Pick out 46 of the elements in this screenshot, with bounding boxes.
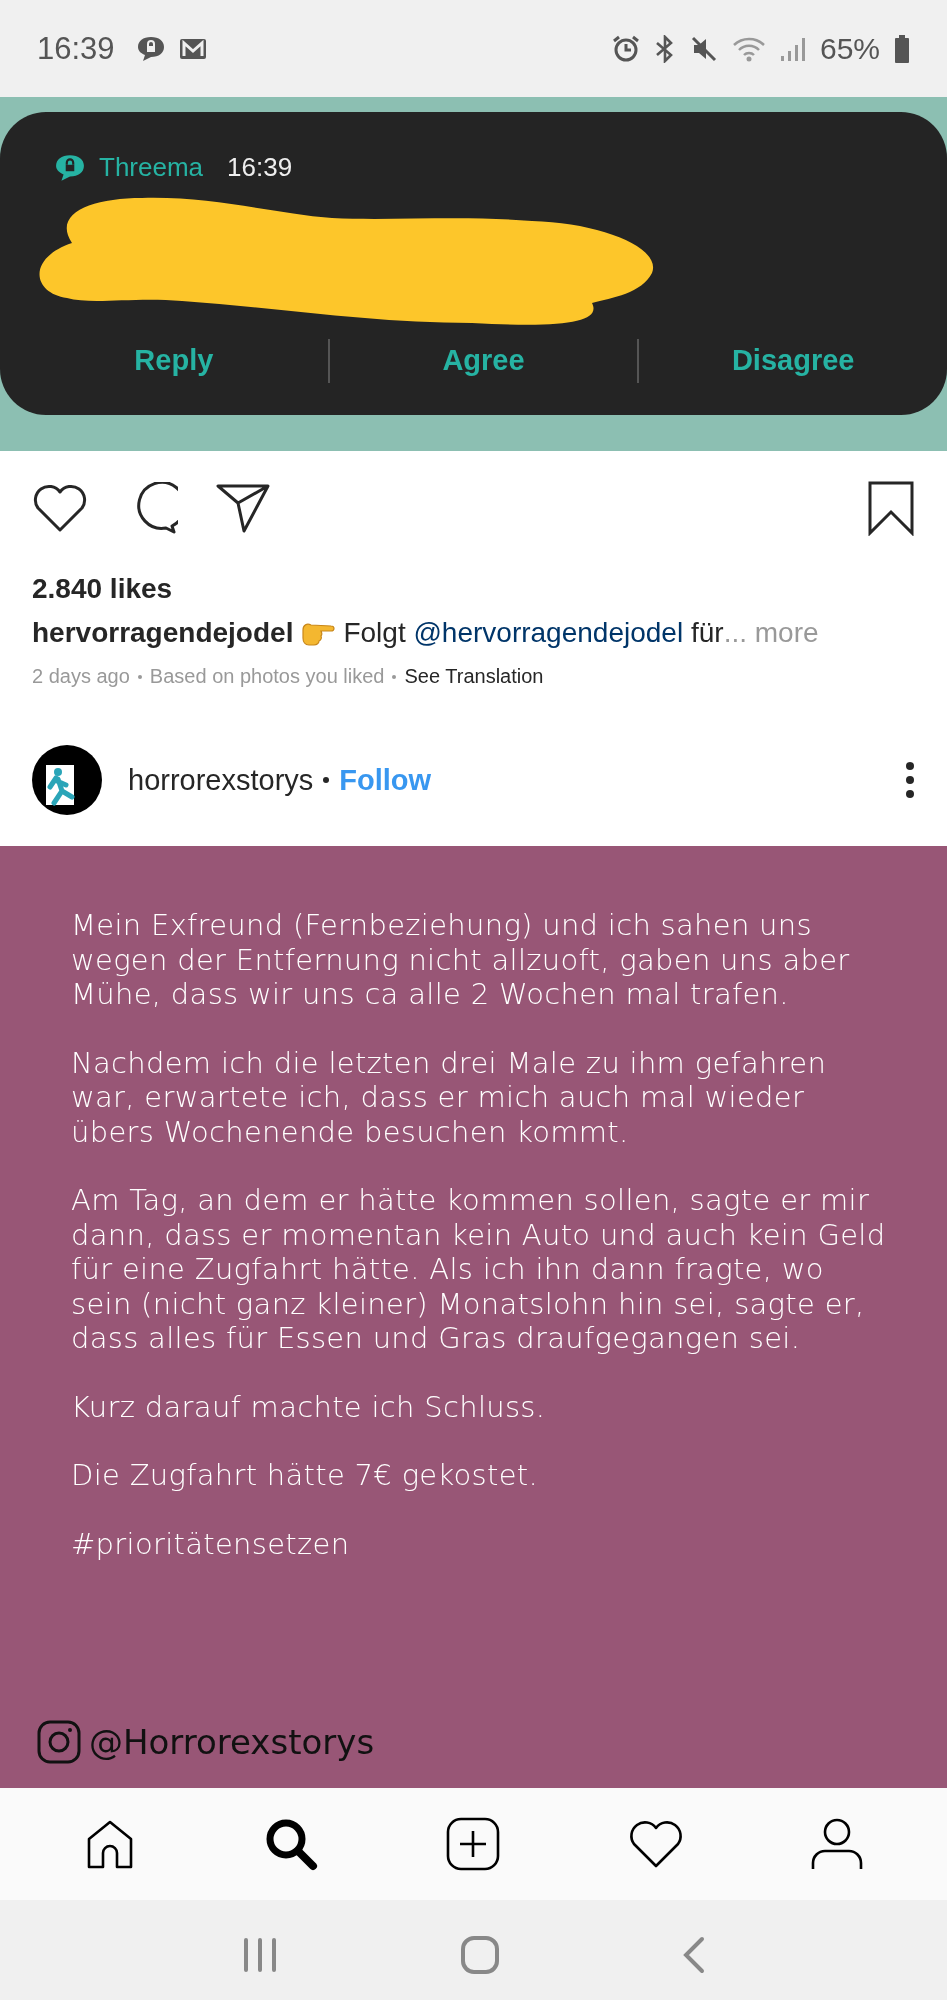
more-options-icon[interactable] [905, 761, 915, 799]
recent-apps-icon[interactable] [241, 1938, 278, 1972]
chat-lock-icon [55, 153, 85, 182]
notification-action-button[interactable]: Agree [329, 334, 638, 387]
nav-tab[interactable] [445, 1816, 502, 1872]
see-translation-link[interactable]: See Translation [404, 665, 544, 688]
caption-text: Folgt @hervorragendejodel für [343, 617, 724, 649]
notification-time: 16:39 [227, 152, 293, 183]
send-icon[interactable] [216, 483, 270, 533]
battery-icon [894, 34, 910, 63]
app-name: Threema [99, 152, 204, 183]
signal-icon [779, 35, 806, 62]
profile-icon [809, 1817, 864, 1871]
post-paragraph: Die Zugfahrt hätte 7€ gekostet. [71, 1458, 539, 1493]
post-paragraph: Nachdem ich die letzten drei Male zu ihm gefahren war, erwartete ich, dass er mich auch mal wieder übers Wochenende besuchen kommt. [71, 1045, 828, 1149]
likes-count[interactable]: 2.840 likes [32, 573, 947, 605]
avatar[interactable] [32, 745, 102, 815]
post-paragraph: Mein Exfreund (Fernbeziehung) und ich sahen uns wegen der Entfernung nicht allzuoft, gaben uns aber Mühe, dass wir uns ca alle 2 Wochen mal trafen. [71, 908, 851, 1012]
mute-icon [689, 34, 718, 63]
notification-action-button[interactable]: Disagree [639, 334, 947, 387]
post-time: 2 days ago [32, 665, 130, 688]
back-icon[interactable] [681, 1936, 706, 1974]
status-time: 16:39 [37, 30, 115, 67]
heart-icon [627, 1819, 684, 1869]
author-username[interactable]: horrorexstorys [128, 763, 314, 797]
notification-card[interactable]: Threema 16:39 Reply Agree Disagree [0, 112, 947, 415]
post-paragraph: Kurz darauf machte ich Schluss. [71, 1389, 547, 1424]
bookmark-icon[interactable] [867, 480, 915, 536]
chat-lock-icon [136, 35, 165, 62]
alarm-icon [611, 34, 640, 63]
nav-tab[interactable] [627, 1819, 684, 1869]
account-handle: @Horrorexstorys [89, 1722, 375, 1762]
mail-icon [178, 37, 207, 60]
post-paragraph: #prioritätensetzen [71, 1526, 351, 1561]
wifi-icon [731, 35, 766, 62]
add-post-icon [445, 1816, 502, 1872]
nav-tab[interactable] [809, 1817, 864, 1871]
home-button-icon[interactable] [460, 1936, 499, 1974]
suggestion-reason: Based on photos you liked [149, 665, 385, 688]
camera-icon [37, 1720, 81, 1764]
like-icon[interactable] [32, 483, 88, 533]
battery-level: 65% [819, 31, 880, 66]
caption-username[interactable]: hervorragendejodel [32, 617, 294, 649]
notification-action-button[interactable]: Reply [20, 334, 328, 387]
mention-link[interactable]: @hervorragendejodel [413, 617, 684, 648]
post-paragraph: Am Tag, an dem er hätte kommen sollen, sagte er mir dann, dass er momentan kein Auto und auch kein Geld für eine Zugfahrt hätte. Als ich ihn dann fragte, wo sein (nicht ganz kleiner) Monatslohn hin sei, sagte er, dass alles für Essen und Gras draufgegangen sei. [71, 1183, 887, 1356]
